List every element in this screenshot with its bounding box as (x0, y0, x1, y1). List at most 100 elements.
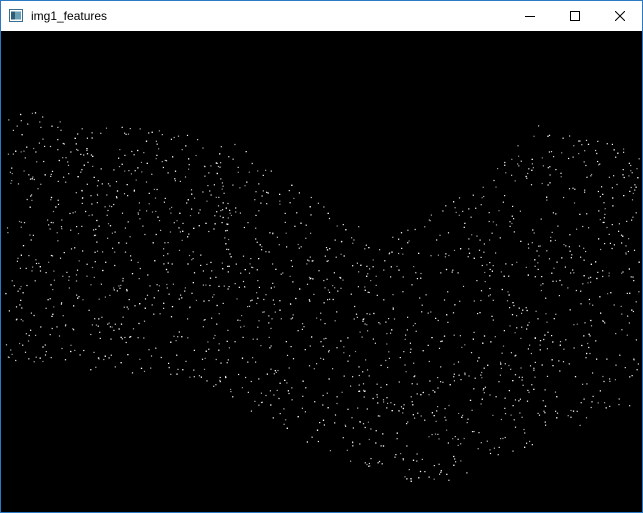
feature-point (329, 248, 331, 250)
feature-point (279, 193, 281, 195)
feature-point (500, 438, 502, 440)
feature-point (278, 244, 280, 246)
feature-point (305, 387, 307, 389)
feature-point (502, 201, 504, 203)
maximize-button[interactable] (552, 1, 597, 31)
feature-point (437, 433, 439, 435)
feature-point (556, 417, 558, 419)
feature-point (437, 387, 439, 389)
feature-point (263, 298, 265, 301)
feature-point (258, 286, 260, 288)
feature-point (536, 250, 538, 252)
feature-point (121, 212, 124, 214)
title-bar[interactable]: img1_features (1, 1, 642, 31)
feature-point (109, 185, 111, 187)
feature-point (500, 271, 502, 273)
feature-point (81, 190, 83, 192)
feature-point (122, 277, 124, 280)
feature-point (308, 260, 310, 262)
feature-point (334, 422, 336, 424)
feature-point (402, 276, 404, 278)
feature-point (62, 275, 64, 277)
feature-point (258, 378, 260, 380)
feature-point (362, 371, 364, 373)
feature-point (637, 177, 639, 179)
feature-point (50, 284, 52, 286)
feature-point (178, 298, 180, 300)
feature-point (606, 358, 608, 360)
feature-point (268, 322, 270, 324)
feature-point (530, 184, 533, 186)
feature-point (523, 428, 525, 431)
feature-point (510, 414, 512, 416)
feature-point (218, 313, 220, 315)
feature-point (323, 302, 325, 304)
feature-point (526, 177, 528, 179)
feature-point (364, 248, 366, 250)
feature-point (107, 209, 109, 212)
app-window-icon[interactable] (9, 9, 23, 22)
feature-point (340, 340, 342, 342)
feature-point (376, 396, 378, 398)
feature-point (311, 336, 313, 338)
feature-point (216, 323, 218, 325)
feature-point (533, 232, 535, 234)
feature-point (177, 135, 180, 137)
feature-point (127, 133, 130, 135)
feature-point (534, 265, 536, 267)
feature-point (216, 172, 218, 175)
feature-point (219, 376, 221, 379)
feature-point (580, 290, 582, 292)
feature-point (120, 336, 122, 338)
feature-point (511, 215, 513, 217)
feature-point (91, 324, 93, 326)
feature-point (118, 242, 120, 244)
feature-point (625, 245, 627, 247)
feature-point (621, 272, 623, 274)
feature-point (113, 169, 115, 171)
feature-point (366, 369, 369, 371)
feature-point (513, 231, 515, 233)
feature-point (21, 307, 23, 309)
feature-point (422, 350, 424, 352)
feature-point (576, 410, 578, 412)
minimize-button[interactable] (507, 1, 552, 31)
feature-point (608, 275, 610, 277)
feature-point (16, 260, 18, 262)
feature-point (511, 158, 513, 160)
feature-point (509, 307, 511, 309)
close-button[interactable] (597, 1, 642, 31)
feature-point (529, 440, 531, 442)
feature-point (184, 176, 187, 178)
feature-point (349, 355, 351, 357)
feature-point (541, 157, 543, 159)
feature-point (207, 341, 209, 343)
feature-point (567, 415, 569, 417)
feature-point (177, 368, 179, 370)
feature-point (261, 249, 263, 251)
feature-point (556, 412, 559, 414)
feature-point (570, 272, 572, 274)
feature-point (192, 251, 194, 253)
feature-point (469, 399, 472, 401)
feature-point (615, 333, 617, 335)
feature-point (121, 338, 123, 340)
feature-point (547, 331, 549, 333)
feature-point (590, 175, 592, 177)
feature-point (486, 264, 488, 266)
feature-point (362, 383, 365, 385)
feature-point (215, 384, 217, 386)
feature-point (283, 423, 285, 425)
feature-point (227, 329, 229, 331)
feature-point (53, 306, 55, 308)
feature-point (625, 253, 627, 255)
feature-point (168, 362, 170, 364)
feature-point (377, 402, 379, 404)
feature-point (475, 207, 477, 209)
feature-point (268, 336, 270, 338)
feature-point (520, 337, 522, 339)
feature-point (292, 358, 295, 360)
feature-point (488, 212, 490, 214)
feature-point (20, 113, 22, 116)
feature-point (26, 284, 28, 287)
